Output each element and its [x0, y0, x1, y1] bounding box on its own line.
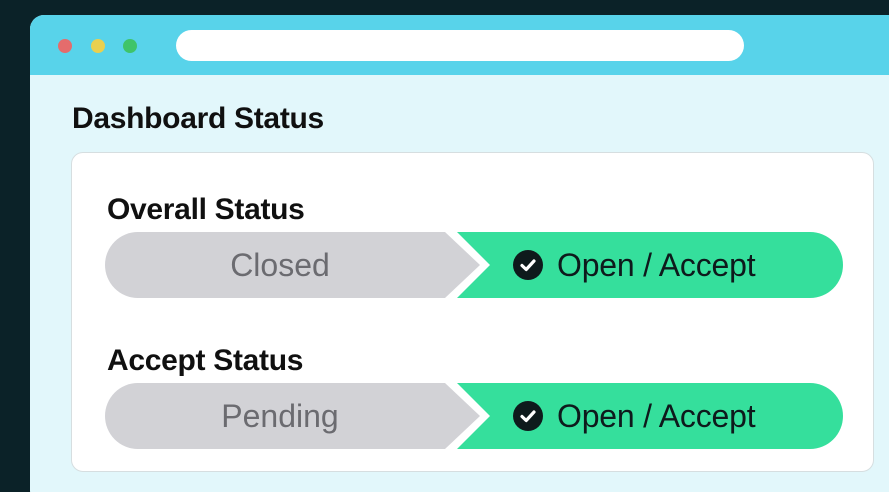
accept-status-pending-option[interactable]: Pending	[105, 383, 480, 449]
overall-status-open-label: Open / Accept	[557, 246, 756, 283]
window-titlebar	[30, 15, 889, 75]
overall-status-toggle: Closed Open / Accept	[105, 232, 843, 298]
accept-status-pending-label: Pending	[221, 398, 339, 434]
maximize-window-dot[interactable]	[123, 39, 137, 53]
overall-status-closed-option[interactable]: Closed	[105, 232, 480, 298]
accept-status-toggle: Pending Open / Accept	[105, 383, 843, 449]
check-circle-icon	[513, 250, 543, 280]
address-bar[interactable]	[176, 30, 744, 61]
browser-window: Dashboard Status Overall Status Closed O…	[30, 15, 889, 492]
accept-status-label: Accept Status	[107, 344, 304, 377]
accept-status-open-label: Open / Accept	[557, 397, 756, 434]
overall-status-closed-label: Closed	[230, 247, 330, 283]
overall-status-open-content: Open / Accept	[513, 232, 756, 298]
page-title: Dashboard Status	[72, 102, 324, 135]
check-circle-icon	[513, 401, 543, 431]
overall-status-label: Overall Status	[107, 193, 305, 226]
close-window-dot[interactable]	[58, 39, 72, 53]
minimize-window-dot[interactable]	[91, 39, 105, 53]
status-card: Overall Status Closed Open / Accept Acce…	[71, 152, 874, 472]
accept-status-open-content: Open / Accept	[513, 383, 756, 449]
